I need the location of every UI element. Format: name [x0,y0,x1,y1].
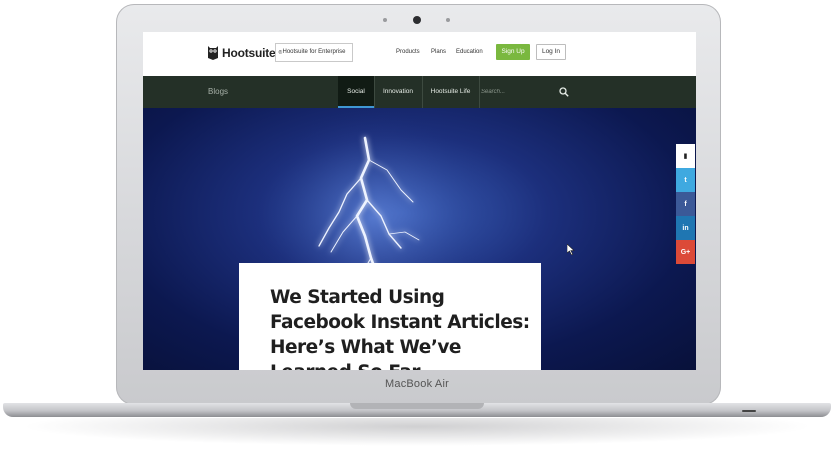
logo-text: Hootsuite [222,45,276,60]
sensor-dot-left [383,18,387,22]
laptop-opening-notch [350,403,484,409]
tab-hootsuite-life[interactable]: Hootsuite Life [422,76,479,108]
twitter-icon[interactable]: t [676,168,695,192]
signup-button[interactable]: Sign Up [496,44,530,60]
share-bar: ▮ t f in G+ [676,144,695,264]
browser-viewport: Hootsuite ® Hootsuite for Enterprise Prod… [143,32,696,370]
mouse-cursor-icon [567,244,575,255]
article-headline[interactable]: We Started Using Facebook Instant Articl… [270,285,530,370]
tab-social[interactable]: Social [338,76,374,108]
headline-card: We Started Using Facebook Instant Articl… [239,263,541,370]
search-icon[interactable] [559,87,569,97]
nav-plans[interactable]: Plans [431,49,446,55]
nav-products[interactable]: Products [396,49,420,55]
enterprise-button[interactable]: Hootsuite for Enterprise [275,43,353,62]
blogs-title[interactable]: Blogs [208,87,228,96]
site-header: Hootsuite ® Hootsuite for Enterprise Prod… [143,32,696,76]
device-label: MacBook Air [385,378,449,390]
google-plus-icon[interactable]: G+ [676,240,695,264]
login-button[interactable]: Log In [536,44,566,60]
nav-education[interactable]: Education [456,49,483,55]
status-led [742,410,756,412]
camera-icon [413,16,421,24]
linkedin-icon[interactable]: in [676,216,695,240]
bookmark-icon[interactable]: ▮ [676,144,695,168]
owl-logo-icon [208,46,218,60]
facebook-icon[interactable]: f [676,192,695,216]
hootsuite-logo[interactable]: Hootsuite ® [207,45,282,60]
sensor-dot-right [446,18,450,22]
laptop-shadow [20,418,814,446]
article-hero: We Started Using Facebook Instant Articl… [143,108,696,370]
search-input[interactable] [481,84,551,100]
tab-innovation[interactable]: Innovation [374,76,422,108]
tab-divider [479,76,480,108]
blog-nav: Blogs Social Innovation Hootsuite Life [143,76,696,108]
